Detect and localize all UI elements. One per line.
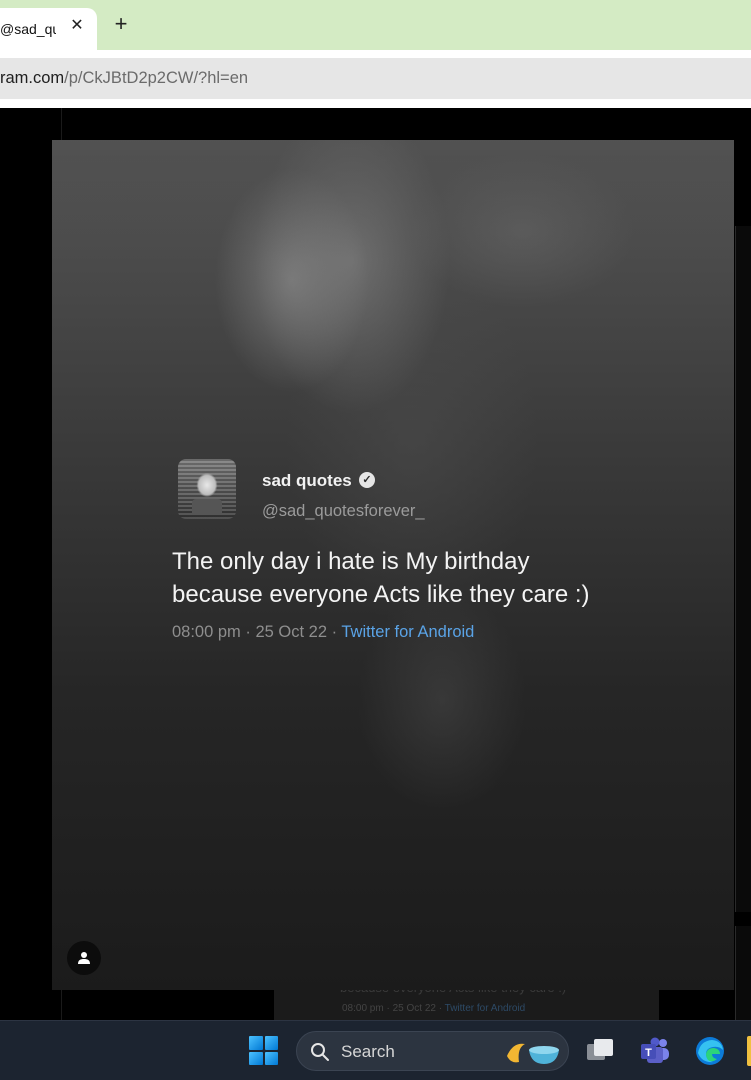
tab-active[interactable]: @sad_qu ✕	[0, 8, 97, 50]
address-bar[interactable]: ram.com/p/CkJBtD2p2CW/?hl=en	[0, 58, 751, 99]
tweet-handle: @sad_quotesforever_	[262, 502, 425, 520]
svg-text:T: T	[645, 1047, 652, 1059]
url-host: ram.com	[0, 69, 65, 87]
search-label: Search	[341, 1042, 395, 1061]
tab-title: @sad_qu	[0, 21, 56, 37]
avatar	[178, 459, 236, 519]
tweet-body: The only day i hate is My birthday becau…	[172, 545, 642, 611]
tweet-source: Twitter for Android	[341, 623, 475, 641]
search-highlight-icon	[507, 1043, 559, 1064]
image-shade	[52, 140, 734, 260]
tagged-users-button[interactable]	[67, 941, 101, 975]
tweet-display-name: sad quotes	[262, 471, 352, 490]
tweet-body-line-2: because everyone Acts like they care :)	[172, 581, 590, 608]
teams-icon[interactable]: T	[639, 1035, 671, 1067]
post-image[interactable]: sad quotes ✓ @sad_quotesforever_ The onl…	[52, 140, 734, 990]
user-icon	[78, 952, 90, 964]
taskbar: Search T	[0, 1020, 751, 1080]
edge-icon[interactable]	[694, 1035, 726, 1067]
background-post-meta: 08:00 pm · 25 Oct 22 · Twitter for Andro…	[342, 1003, 525, 1014]
close-icon[interactable]: ✕	[68, 17, 86, 35]
background-post-time: 08:00 pm · 25 Oct 22 ·	[342, 1003, 445, 1014]
verified-badge-icon: ✓	[359, 472, 375, 488]
tab-strip: @sad_qu ✕ +	[0, 0, 751, 50]
url-path: /p/CkJBtD2p2CW/?hl=en	[64, 69, 249, 87]
url-text: ram.com/p/CkJBtD2p2CW/?hl=en	[0, 69, 248, 88]
tweet-meta: 08:00 pm · 25 Oct 22 · Twitter for Andro…	[172, 623, 474, 642]
browser-toolbar: ram.com/p/CkJBtD2p2CW/?hl=en	[0, 50, 751, 108]
side-panel-edge	[735, 226, 751, 912]
tweet-body-line-1: The only day i hate is My birthday	[172, 548, 530, 575]
new-tab-button[interactable]: +	[110, 13, 132, 35]
side-panel-edge-lower	[735, 926, 751, 1020]
file-explorer-icon[interactable]	[747, 1036, 751, 1066]
tweet-timestamp: 08:00 pm · 25 Oct 22 ·	[172, 623, 342, 641]
background-post-source: Twitter for Android	[444, 1003, 526, 1014]
windows-start-icon[interactable]	[249, 1036, 278, 1065]
taskbar-search-box[interactable]: Search	[296, 1031, 569, 1071]
search-icon	[311, 1043, 329, 1061]
task-view-icon[interactable]	[584, 1035, 616, 1067]
